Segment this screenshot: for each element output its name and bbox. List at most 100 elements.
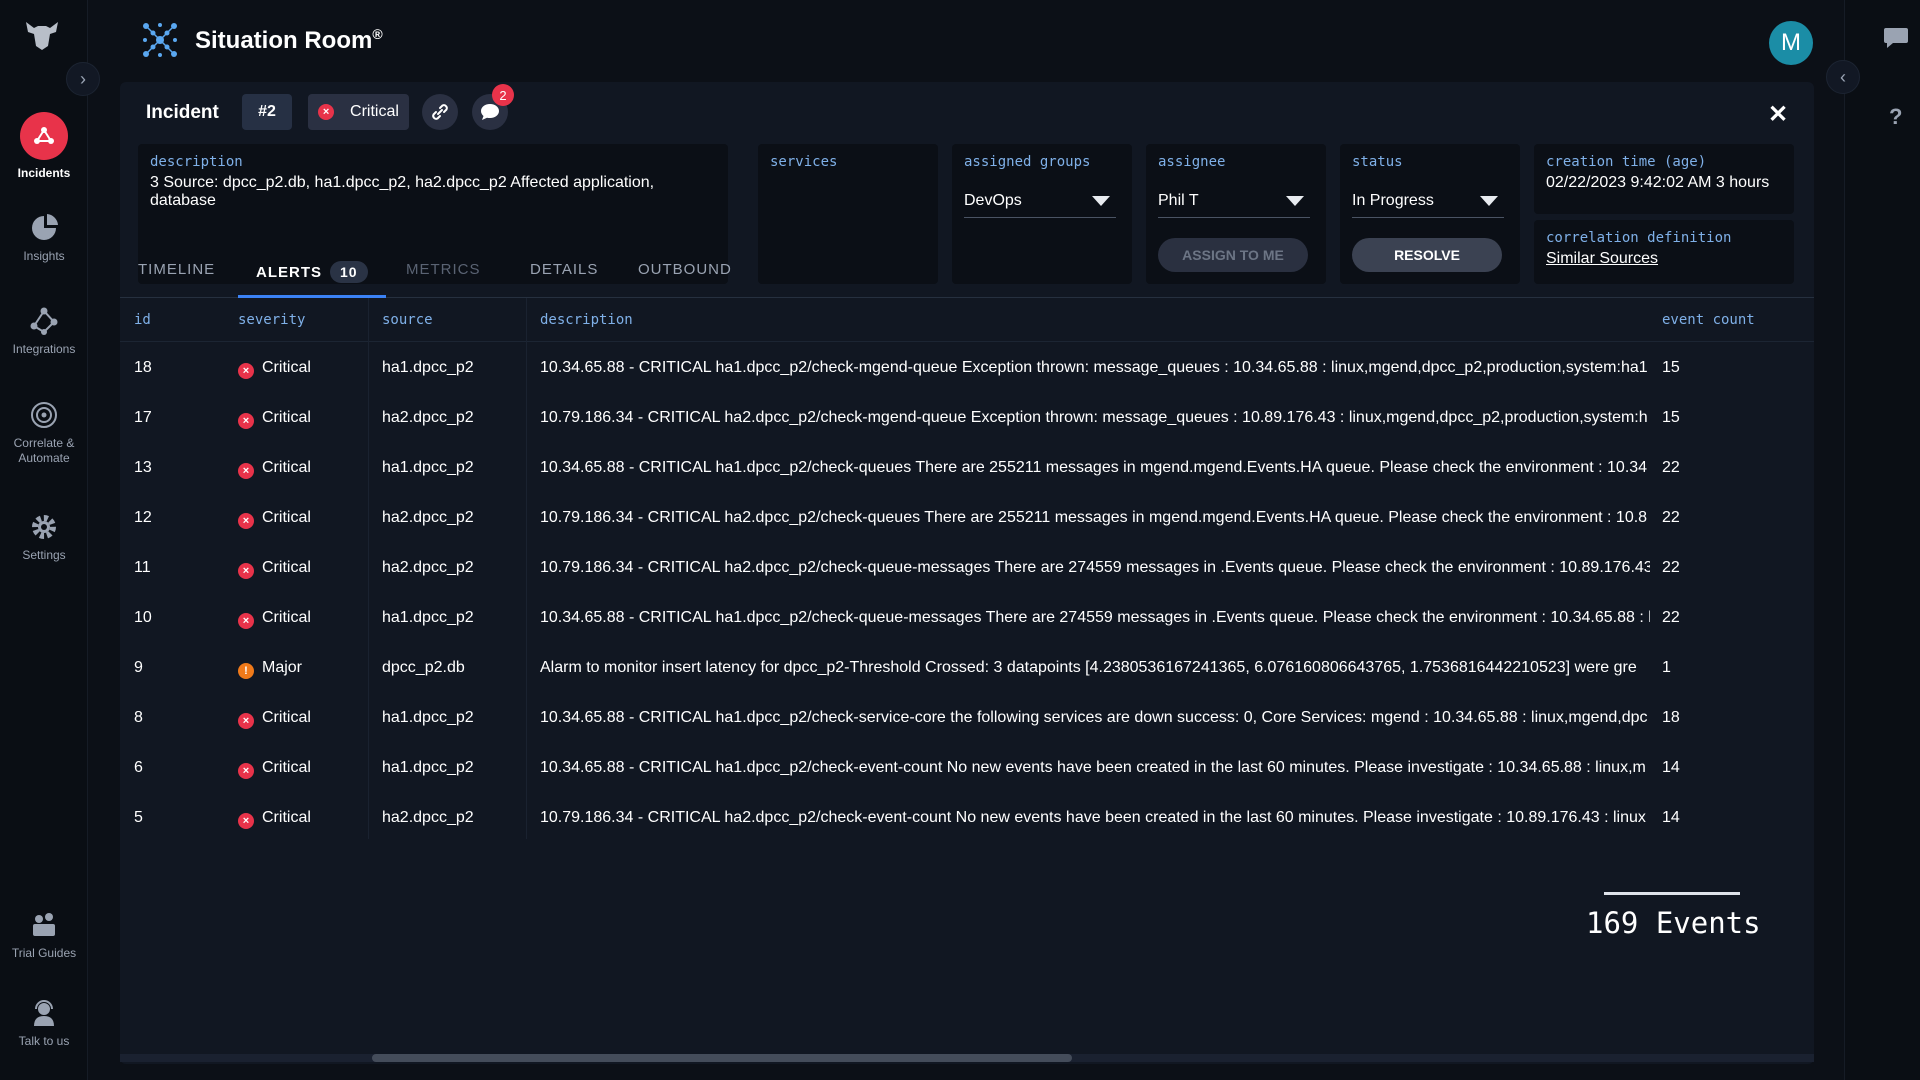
correlation-label: correlation definition xyxy=(1546,230,1732,246)
cell-description: 10.34.65.88 - CRITICAL ha1.dpcc_p2/check… xyxy=(540,759,1646,776)
tab-metrics[interactable]: METRICS xyxy=(406,261,481,278)
severity-text: Critical xyxy=(262,709,311,726)
critical-icon: × xyxy=(238,713,254,729)
alerts-count-badge: 10 xyxy=(330,261,368,283)
nav-item-talk-to-us[interactable]: Talk to us xyxy=(0,998,88,1049)
col-header-description[interactable]: description xyxy=(540,312,633,328)
chevron-right-icon: › xyxy=(80,68,86,89)
nav-item-insights[interactable]: Insights xyxy=(0,213,88,264)
table-row[interactable]: 18 × Critical ha1.dpcc_p2 10.34.65.88 - CRIT… xyxy=(120,344,1814,394)
nav-label-settings: Settings xyxy=(22,548,66,562)
total-events: 169 Events xyxy=(1586,906,1761,940)
table-row[interactable]: 13 × Critical ha1.dpcc_p2 10.34.65.88 - CRIT… xyxy=(120,444,1814,494)
assigned-groups-label: assigned groups xyxy=(964,154,1091,170)
cell-id: 10 xyxy=(134,609,152,626)
col-header-event-count[interactable]: event count xyxy=(1662,312,1755,328)
trademark: ® xyxy=(372,26,383,42)
cell-id: 17 xyxy=(134,409,152,426)
cell-description: 10.79.186.34 - CRITICAL ha2.dpcc_p2/chec… xyxy=(540,809,1646,826)
cell-description: Alarm to monitor insert latency for dpcc… xyxy=(540,659,1637,676)
assignee-dropdown[interactable]: Phil T xyxy=(1158,184,1310,218)
table-row[interactable]: 8 × Critical ha1.dpcc_p2 10.34.65.88 - CRITI… xyxy=(120,694,1814,744)
nav-item-correlate[interactable]: Correlate & Automate xyxy=(0,400,88,466)
cell-description: 10.34.65.88 - CRITICAL ha1.dpcc_p2/check… xyxy=(540,459,1648,476)
critical-icon: × xyxy=(238,463,254,479)
critical-icon: × xyxy=(318,104,335,120)
table-row[interactable]: 11 × Critical ha2.dpcc_p2 10.79.186.34 - CRI… xyxy=(120,544,1814,594)
table-row[interactable]: 6 × Critical ha1.dpcc_p2 10.34.65.88 - CRITI… xyxy=(120,744,1814,794)
services-label: services xyxy=(770,154,838,170)
cell-source: ha2.dpcc_p2 xyxy=(382,509,474,526)
cell-event-count: 14 xyxy=(1662,759,1680,776)
cell-id: 8 xyxy=(134,709,143,726)
cell-source: ha2.dpcc_p2 xyxy=(382,409,474,426)
nav-label-automate: Automate xyxy=(18,451,70,465)
cell-description: 10.34.65.88 - CRITICAL ha1.dpcc_p2/check… xyxy=(540,359,1648,376)
table-row[interactable]: 10 × Critical ha1.dpcc_p2 10.34.65.88 - CRIT… xyxy=(120,594,1814,644)
caret-down-icon xyxy=(1286,195,1304,206)
nav-label-integrations: Integrations xyxy=(12,342,76,356)
cell-description: 10.79.186.34 - CRITICAL ha2.dpcc_p2/chec… xyxy=(540,559,1650,576)
table-row[interactable]: 5 × Critical ha2.dpcc_p2 10.79.186.34 - CRIT… xyxy=(120,794,1814,844)
status-label: status xyxy=(1352,154,1403,170)
severity-text: Critical xyxy=(262,759,311,776)
table-row[interactable]: 9! Major dpcc_p2.db Alarm to monitor insert… xyxy=(120,644,1814,694)
chat-icon[interactable] xyxy=(1883,26,1909,50)
app-title: Situation Room® xyxy=(195,26,383,55)
tab-timeline[interactable]: TIMELINE xyxy=(138,261,215,278)
nav-label-incidents: Incidents xyxy=(17,166,71,180)
nav-item-integrations[interactable]: Integrations xyxy=(0,306,88,357)
status-dropdown[interactable]: In Progress xyxy=(1352,184,1504,218)
cell-id: 11 xyxy=(134,559,151,576)
critical-icon: × xyxy=(238,613,254,629)
critical-icon: × xyxy=(238,763,254,779)
alerts-table-header: id severity source description event cou… xyxy=(120,298,1814,342)
cell-event-count: 14 xyxy=(1662,809,1680,826)
bull-logo-icon[interactable] xyxy=(22,16,62,52)
nav-item-settings[interactable]: Settings xyxy=(0,512,88,563)
table-row[interactable]: 12 × Critical ha2.dpcc_p2 10.79.186.34 - CRI… xyxy=(120,494,1814,544)
nav-item-trial-guides[interactable]: Trial Guides xyxy=(0,910,88,961)
tab-details[interactable]: DETAILS xyxy=(530,261,598,278)
cell-source: ha1.dpcc_p2 xyxy=(382,359,474,376)
collapse-rail-button[interactable]: ‹ xyxy=(1826,60,1860,94)
chevron-left-icon: ‹ xyxy=(1840,66,1846,87)
major-icon: ! xyxy=(238,663,254,679)
expand-nav-button[interactable]: › xyxy=(66,62,100,96)
cell-severity: ! Major xyxy=(238,659,366,679)
tab-outbound[interactable]: OUTBOUND xyxy=(638,261,732,278)
cell-id: 18 xyxy=(134,359,152,376)
cell-severity: × Critical xyxy=(238,759,366,779)
critical-icon: × xyxy=(238,513,254,529)
severity-text: Critical xyxy=(262,359,311,376)
nav-label-trial-guides: Trial Guides xyxy=(11,946,77,960)
assigned-groups-value: DevOps xyxy=(964,191,1022,209)
assigned-groups-dropdown[interactable]: DevOps xyxy=(964,184,1116,218)
cell-severity: × Critical xyxy=(238,809,366,829)
assignee-value: Phil T xyxy=(1158,191,1199,209)
cell-event-count: 15 xyxy=(1662,409,1680,426)
cell-source: ha1.dpcc_p2 xyxy=(382,759,474,776)
cell-source: dpcc_p2.db xyxy=(382,659,465,676)
severity-text: Major xyxy=(262,659,303,676)
col-header-source[interactable]: source xyxy=(382,312,433,328)
link-button[interactable] xyxy=(422,94,458,130)
cell-source: ha2.dpcc_p2 xyxy=(382,809,474,826)
horizontal-scrollbar-thumb[interactable] xyxy=(372,1054,1072,1062)
severity-text: Critical xyxy=(262,809,311,826)
nav-item-incidents[interactable]: Incidents xyxy=(0,112,88,181)
table-row[interactable]: 17 × Critical ha2.dpcc_p2 10.79.186.34 - CRI… xyxy=(120,394,1814,444)
user-avatar[interactable]: M xyxy=(1769,21,1813,65)
col-header-severity[interactable]: severity xyxy=(238,312,305,328)
cell-description: 10.79.186.34 - CRITICAL ha2.dpcc_p2/chec… xyxy=(540,509,1648,526)
tab-alerts[interactable]: ALERTS 10 xyxy=(256,261,368,283)
cell-event-count: 22 xyxy=(1662,509,1680,526)
integrations-icon xyxy=(30,307,58,335)
col-header-id[interactable]: id xyxy=(134,312,151,328)
caret-down-icon xyxy=(1480,195,1498,206)
severity-text: Critical xyxy=(262,409,311,426)
close-icon[interactable]: ✕ xyxy=(1768,100,1788,129)
status-value: In Progress xyxy=(1352,191,1434,209)
help-icon[interactable]: ? xyxy=(1889,104,1902,130)
target-icon xyxy=(31,402,57,428)
